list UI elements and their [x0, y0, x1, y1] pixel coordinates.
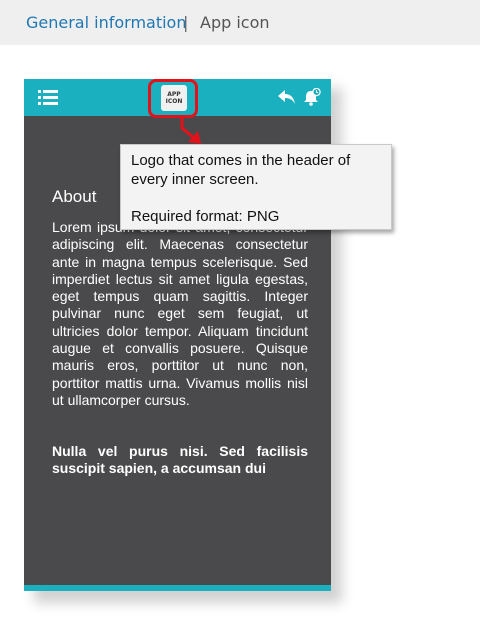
breadcrumb-current-app-icon: App icon [200, 13, 270, 32]
app-icon-highlight [148, 79, 198, 118]
breadcrumb-link-general-information[interactable]: General information [26, 13, 186, 32]
menu-icon [38, 90, 58, 105]
about-title: About [52, 187, 97, 206]
phone-footer [24, 585, 331, 591]
callout-description: Logo that comes in the header of every i… [131, 152, 351, 188]
reply-icon [278, 90, 295, 104]
notification-bell-icon [304, 88, 321, 106]
about-body-text: Lorem ipsum dolor sit amet, consectetur … [52, 219, 308, 408]
tooltip-callout: Logo that comes in the header of every i… [120, 144, 392, 230]
about-bold-text: Nulla vel purus nisi. Sed facilisis susc… [52, 443, 308, 477]
callout-format: Required format: PNG [131, 208, 280, 225]
breadcrumb: General information | App icon [0, 0, 480, 45]
breadcrumb-separator: | [183, 13, 189, 32]
